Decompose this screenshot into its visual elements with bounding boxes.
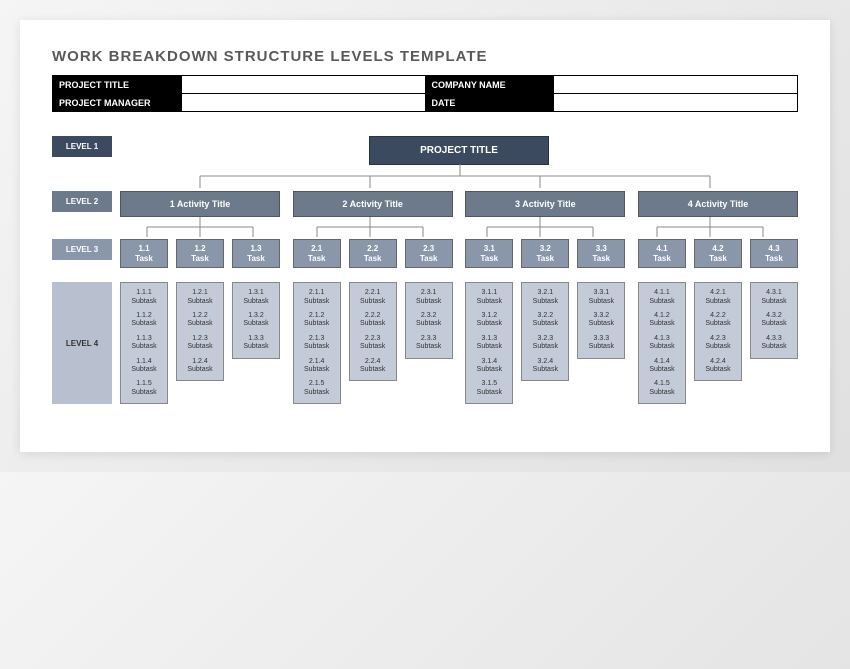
project-manager-field[interactable] bbox=[181, 94, 425, 112]
subtask-item: 1.3.1Subtask bbox=[235, 286, 277, 309]
wbs-diagram: LEVEL 1 PROJECT TITLE LEVEL 2 1 Activity… bbox=[52, 136, 798, 404]
subtask-column: 2.2.1Subtask2.2.2Subtask2.2.3Subtask2.2.… bbox=[349, 282, 397, 381]
subtask-item: 2.1.4Subtask bbox=[296, 355, 338, 378]
subtask-column: 2.1.1Subtask2.1.2Subtask2.1.3Subtask2.1.… bbox=[293, 282, 341, 404]
subtask-item: 3.1.4Subtask bbox=[468, 355, 510, 378]
subtask-column: 2.3.1Subtask2.3.2Subtask2.3.3Subtask bbox=[405, 282, 453, 358]
subtask-column: 1.3.1Subtask1.3.2Subtask1.3.3Subtask bbox=[232, 282, 280, 358]
level-3-label: LEVEL 3 bbox=[52, 239, 112, 260]
subtask-item: 4.1.4Subtask bbox=[641, 355, 683, 378]
task-box: 4.2Task bbox=[694, 239, 742, 268]
subtask-column: 3.1.1Subtask3.1.2Subtask3.1.3Subtask3.1.… bbox=[465, 282, 513, 404]
subtask-item: 3.1.1Subtask bbox=[468, 286, 510, 309]
activity-box: 1 Activity Title bbox=[120, 191, 280, 217]
subtask-item: 3.2.2Subtask bbox=[524, 309, 566, 332]
template-page: WORK BREAKDOWN STRUCTURE LEVELS TEMPLATE… bbox=[20, 20, 830, 452]
subtask-column: 3.3.1Subtask3.3.2Subtask3.3.3Subtask bbox=[577, 282, 625, 358]
subtask-item: 3.3.1Subtask bbox=[580, 286, 622, 309]
project-title-box: PROJECT TITLE bbox=[369, 136, 549, 165]
subtask-item: 1.1.1Subtask bbox=[123, 286, 165, 309]
subtask-column: 1.2.1Subtask1.2.2Subtask1.2.3Subtask1.2.… bbox=[176, 282, 224, 381]
subtask-item: 1.2.1Subtask bbox=[179, 286, 221, 309]
task-box: 1.1Task bbox=[120, 239, 168, 268]
subtask-item: 2.3.2Subtask bbox=[408, 309, 450, 332]
subtask-item: 4.2.1Subtask bbox=[697, 286, 739, 309]
project-title-field[interactable] bbox=[181, 76, 425, 94]
subtask-item: 1.1.4Subtask bbox=[123, 355, 165, 378]
task-box: 3.3Task bbox=[577, 239, 625, 268]
subtask-item: 4.1.2Subtask bbox=[641, 309, 683, 332]
subtask-column: 3.2.1Subtask3.2.2Subtask3.2.3Subtask3.2.… bbox=[521, 282, 569, 381]
subtask-item: 3.1.2Subtask bbox=[468, 309, 510, 332]
level-2-label: LEVEL 2 bbox=[52, 191, 112, 212]
activity-box: 3 Activity Title bbox=[465, 191, 625, 217]
subtask-item: 2.1.1Subtask bbox=[296, 286, 338, 309]
subtask-item: 3.1.3Subtask bbox=[468, 332, 510, 355]
subtask-item: 1.3.2Subtask bbox=[235, 309, 277, 332]
subtask-item: 3.3.3Subtask bbox=[580, 332, 622, 355]
subtask-item: 4.2.4Subtask bbox=[697, 355, 739, 378]
subtask-item: 4.1.3Subtask bbox=[641, 332, 683, 355]
subtask-item: 3.3.2Subtask bbox=[580, 309, 622, 332]
subtask-item: 2.2.2Subtask bbox=[352, 309, 394, 332]
subtask-item: 3.2.4Subtask bbox=[524, 355, 566, 378]
subtask-item: 3.1.5Subtask bbox=[468, 377, 510, 400]
subtask-item: 4.1.1Subtask bbox=[641, 286, 683, 309]
subtask-item: 2.2.3Subtask bbox=[352, 332, 394, 355]
task-box: 3.2Task bbox=[521, 239, 569, 268]
subtask-item: 1.1.2Subtask bbox=[123, 309, 165, 332]
subtask-item: 1.2.4Subtask bbox=[179, 355, 221, 378]
subtask-item: 1.2.3Subtask bbox=[179, 332, 221, 355]
task-box: 2.3Task bbox=[405, 239, 453, 268]
task-box: 1.3Task bbox=[232, 239, 280, 268]
subtask-column: 4.3.1Subtask4.3.2Subtask4.3.3Subtask bbox=[750, 282, 798, 358]
subtask-item: 4.3.3Subtask bbox=[753, 332, 795, 355]
subtask-item: 2.1.5Subtask bbox=[296, 377, 338, 400]
task-box: 4.3Task bbox=[750, 239, 798, 268]
subtask-item: 1.3.3Subtask bbox=[235, 332, 277, 355]
subtask-item: 2.1.2Subtask bbox=[296, 309, 338, 332]
subtask-column: 4.2.1Subtask4.2.2Subtask4.2.3Subtask4.2.… bbox=[694, 282, 742, 381]
subtask-item: 1.1.5Subtask bbox=[123, 377, 165, 400]
subtask-column: 1.1.1Subtask1.1.2Subtask1.1.3Subtask1.1.… bbox=[120, 282, 168, 404]
level-4-label: LEVEL 4 bbox=[52, 282, 112, 404]
subtask-item: 4.2.3Subtask bbox=[697, 332, 739, 355]
subtask-item: 4.2.2Subtask bbox=[697, 309, 739, 332]
activity-box: 2 Activity Title bbox=[293, 191, 453, 217]
project-manager-label: PROJECT MANAGER bbox=[53, 94, 182, 112]
task-box: 2.2Task bbox=[349, 239, 397, 268]
subtask-item: 4.3.2Subtask bbox=[753, 309, 795, 332]
subtask-item: 2.3.3Subtask bbox=[408, 332, 450, 355]
subtask-item: 4.1.5Subtask bbox=[641, 377, 683, 400]
subtask-item: 2.2.4Subtask bbox=[352, 355, 394, 378]
subtask-item: 2.1.3Subtask bbox=[296, 332, 338, 355]
task-box: 2.1Task bbox=[293, 239, 341, 268]
subtask-item: 2.3.1Subtask bbox=[408, 286, 450, 309]
task-box: 1.2Task bbox=[176, 239, 224, 268]
subtask-item: 2.2.1Subtask bbox=[352, 286, 394, 309]
subtask-column: 4.1.1Subtask4.1.2Subtask4.1.3Subtask4.1.… bbox=[638, 282, 686, 404]
subtask-item: 3.2.1Subtask bbox=[524, 286, 566, 309]
subtask-item: 1.1.3Subtask bbox=[123, 332, 165, 355]
task-box: 4.1Task bbox=[638, 239, 686, 268]
date-field[interactable] bbox=[554, 94, 798, 112]
task-box: 3.1Task bbox=[465, 239, 513, 268]
page-title: WORK BREAKDOWN STRUCTURE LEVELS TEMPLATE bbox=[52, 48, 798, 65]
level-1-label: LEVEL 1 bbox=[52, 136, 112, 157]
project-title-label: PROJECT TITLE bbox=[53, 76, 182, 94]
subtask-item: 3.2.3Subtask bbox=[524, 332, 566, 355]
subtask-item: 1.2.2Subtask bbox=[179, 309, 221, 332]
company-name-label: COMPANY NAME bbox=[425, 76, 554, 94]
company-name-field[interactable] bbox=[554, 76, 798, 94]
activity-box: 4 Activity Title bbox=[638, 191, 798, 217]
date-label: DATE bbox=[425, 94, 554, 112]
header-table: PROJECT TITLE COMPANY NAME PROJECT MANAG… bbox=[52, 75, 798, 112]
subtask-item: 4.3.1Subtask bbox=[753, 286, 795, 309]
